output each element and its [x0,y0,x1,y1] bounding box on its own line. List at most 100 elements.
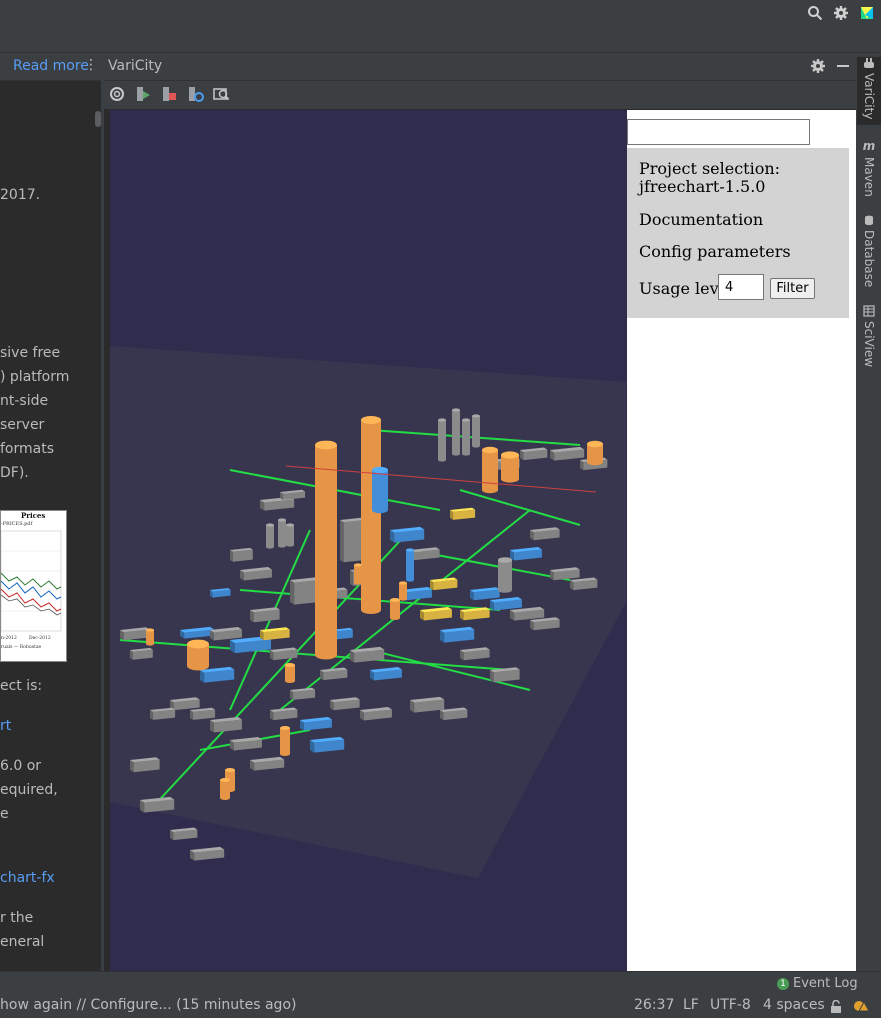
navigation-bar [0,26,881,53]
tower-top [220,778,230,782]
tower-top [361,416,381,424]
readme-text-line: DF). [0,465,29,481]
readme-text-line: formats [0,441,55,457]
tower-body [146,630,154,644]
maven-icon: m [862,139,876,153]
readme-link[interactable]: rt [0,718,11,734]
tower-top [286,523,294,527]
tower-top [266,523,274,527]
line-separator[interactable]: LF [683,997,699,1013]
plugin-icon [864,58,874,68]
tower-top [399,581,407,585]
filter-button[interactable]: Filter [770,278,815,299]
thumbnail-legend: ruals — Robustae [1,644,42,650]
varicity-tool-window: VariCity Project selection: jfreechart-1… [104,53,856,971]
varicity-control-panel: Project selection: jfreechart-1.5.0 Docu… [627,110,856,971]
stop-parser-icon[interactable] [160,85,180,105]
title-bar [0,0,881,27]
tab-label: Database [862,229,876,287]
tower-body [472,416,480,446]
tab-sciview[interactable]: SciView [857,305,881,369]
tower-top [354,563,362,567]
search-input[interactable] [627,119,810,145]
building-side [350,570,354,586]
tower-body [280,728,290,754]
caret-position[interactable]: 26:37 [634,997,674,1013]
readme-link[interactable]: chart-fx [0,870,55,886]
read-more-link[interactable]: Read more [13,58,89,74]
tower-top [472,414,480,418]
tab-label: SciView [862,321,876,368]
database-icon [864,215,874,226]
tower-top [438,418,446,422]
refresh-icon[interactable] [108,85,128,105]
documentation-item[interactable]: Documentation [639,210,763,229]
minimize-icon[interactable] [836,58,850,78]
sciview-icon [863,305,875,317]
tower-body [452,410,460,454]
tower-body [462,420,470,454]
tower-body [286,525,294,545]
reload-config-icon[interactable] [186,85,206,105]
readme-text-line: equired, [0,782,58,798]
readme-text-line: eneral [0,934,45,950]
gear-icon[interactable] [832,4,850,22]
tab-maven[interactable]: m Maven [857,139,881,199]
tower-body [406,550,414,580]
tower-top [498,557,512,563]
project-selection-item[interactable]: Project selection: jfreechart-1.5.0 [639,160,839,196]
tower-top [187,639,209,649]
thumbnail-x-label-right: Dec-2012 [29,635,51,641]
readme-panel-header: Read more ⋮ [0,53,101,81]
event-count-badge: 1 [777,978,789,990]
run-parser-icon[interactable] [134,85,154,105]
tower-body [354,565,362,583]
readme-text-line: ect is: [0,678,43,694]
indent-setting[interactable]: 4 spaces [763,997,825,1013]
readme-text-line: r the [0,910,34,926]
tab-varicity[interactable]: VariCity [857,57,881,125]
tower-body [372,470,388,510]
config-parameters-item[interactable]: Config parameters [639,242,791,261]
readme-text-line: server [0,417,45,433]
search-icon[interactable] [806,4,824,22]
tower-top [146,628,154,632]
tower-top [452,408,460,412]
thumbnail-x-label-left: n-2012 [1,635,17,641]
tower-body [498,560,512,590]
readme-text-line: e [0,806,9,822]
tower-body [390,600,400,618]
ide-logo-icon[interactable] [858,4,876,22]
settings-gear-icon[interactable] [810,58,826,78]
building-side [290,580,295,605]
tower-body [315,445,337,655]
usage-level-input[interactable] [718,274,764,300]
status-message[interactable]: how again // Configure... (15 minutes ag… [0,997,296,1013]
tower-top [501,451,519,459]
inspector-warning-icon[interactable] [852,998,870,1018]
tower-top [225,768,235,772]
varicity-toolbar [104,81,856,109]
file-encoding[interactable]: UTF-8 [710,997,751,1013]
tower-body [438,420,446,460]
readme-panel: Read more ⋮ 2017. sive free) platform nt-s… [0,53,101,971]
unlock-icon[interactable] [830,999,842,1018]
tower-top [482,446,498,454]
thumbnail-title: Prices [21,511,45,520]
tower-top [372,466,388,474]
tower-top [278,518,286,522]
readme-text-line: ) platform [0,369,70,385]
thumbnail-subtitle: -PRICES.pdf [1,521,34,527]
readme-text-line: 2017. [0,187,41,203]
event-log-link[interactable]: Event Log [793,976,858,991]
more-options-icon[interactable]: ⋮ [84,57,98,73]
readme-text-line: sive free [0,345,61,361]
varicity-header: VariCity [104,53,856,81]
tab-database[interactable]: Database [857,215,881,287]
right-tool-strip: VariCity m Maven Database SciView [857,53,881,971]
tower-body [266,525,274,547]
city-visualization-canvas[interactable] [110,110,628,971]
inspect-icon[interactable] [212,85,232,105]
tab-label: Maven [862,157,876,197]
status-bar: 1 Event Log how again // Configure... (1… [0,971,881,1017]
